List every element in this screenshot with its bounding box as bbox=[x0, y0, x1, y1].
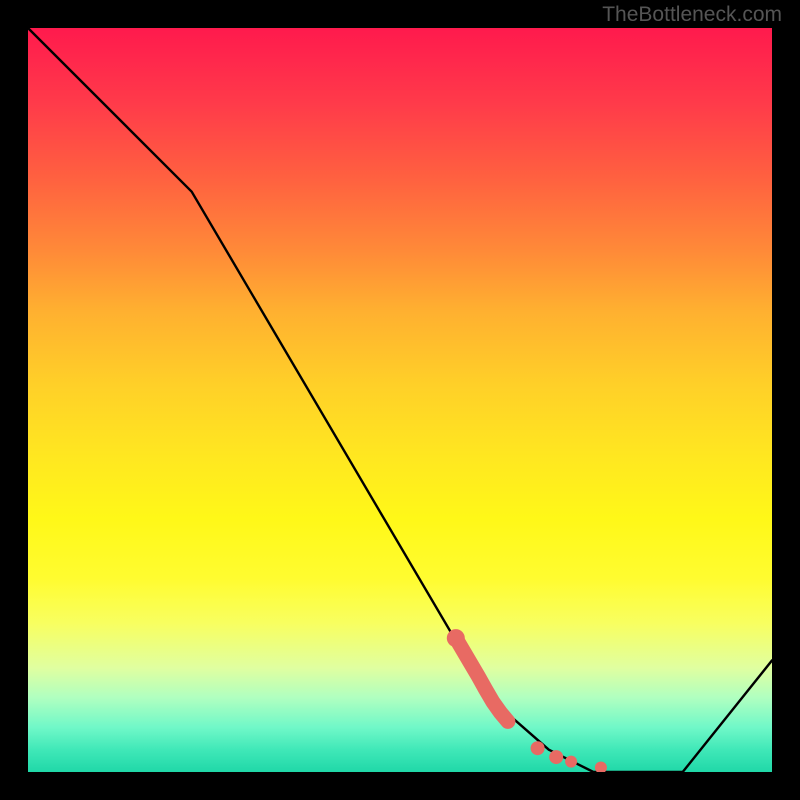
chart-container: TheBottleneck.com bbox=[0, 0, 800, 800]
curve-line bbox=[28, 28, 772, 772]
watermark-text: TheBottleneck.com bbox=[602, 3, 782, 27]
chart-svg bbox=[28, 28, 772, 772]
highlight-markers bbox=[447, 629, 607, 772]
